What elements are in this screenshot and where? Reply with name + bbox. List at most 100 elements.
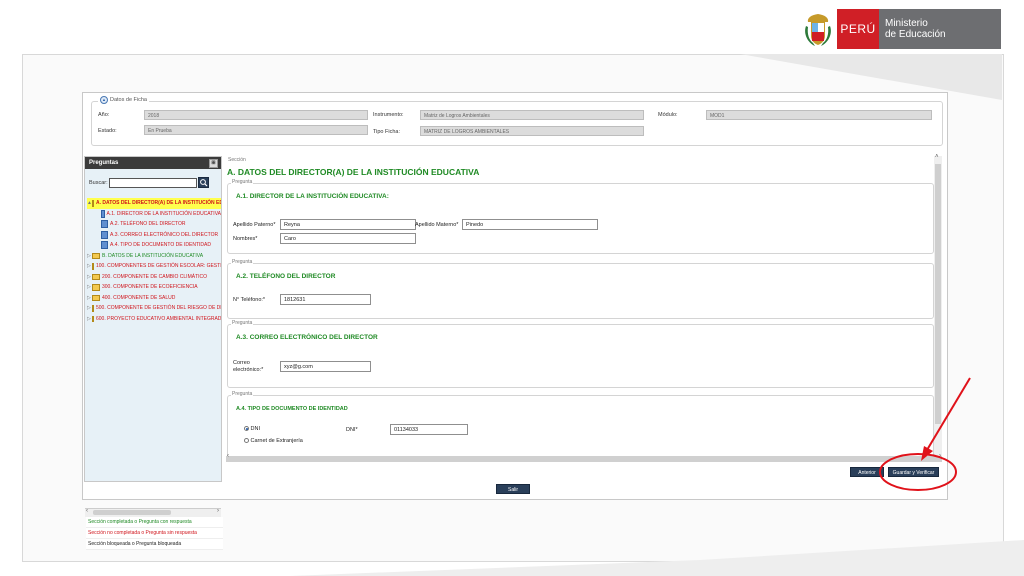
tipo-ficha-label: Tipo Ficha: (373, 129, 401, 135)
tree-item[interactable]: ▲ A. DATOS DEL DIRECTOR(A) DE LA INSTITUC… (87, 198, 221, 209)
tree-item[interactable]: ▷ B. DATOS DE LA INSTITUCIÓN EDUCATIVA (87, 251, 221, 262)
tree-item-label: 500. COMPONENTE DE GESTIÓN DEL RIESGO DE… (96, 305, 221, 311)
estado-field[interactable]: En Prueba (144, 125, 368, 135)
dni-input[interactable]: 01134033 (390, 424, 468, 435)
expand-toggle-icon[interactable]: ▲ (87, 198, 92, 209)
folder-icon (92, 294, 100, 301)
expand-toggle-icon[interactable]: ▷ (87, 303, 91, 314)
tree-item-label: A.3. CORREO ELECTRÓNICO DEL DIRECTOR (110, 231, 219, 238)
salir-button[interactable]: Salir (496, 484, 530, 494)
peru-coat-of-arms-icon (805, 14, 831, 46)
expand-toggle-icon[interactable]: ▷ (87, 251, 91, 262)
tree-item[interactable]: A.2. TELÉFONO DEL DIRECTOR (87, 219, 221, 230)
preguntas-panel: Preguntas ⊞ Buscar: ▲ A. DATOS DEL DIRECT… (84, 156, 223, 550)
folder-icon (92, 284, 100, 291)
section-title: A. DATOS DEL DIRECTOR(A) DE LA INSTITUCI… (227, 167, 480, 177)
pregunta-a4: Pregunta A.4. TIPO DE DOCUMENTO DE IDENT… (227, 391, 934, 457)
modulo-label: Módulo: (658, 112, 678, 118)
tipo-ficha-field[interactable]: MATRIZ DE LOGROS AMBIENTALES (420, 126, 644, 136)
radio-carnet-option[interactable]: Carnet de Extranjería (244, 438, 303, 444)
folder-icon (92, 273, 100, 280)
telefono-input[interactable]: 1812631 (280, 294, 371, 305)
radio-dni-label: DNI (250, 426, 261, 432)
tree-item[interactable]: ▷ 300. COMPONENTE DE ECOEFICIENCIA (87, 282, 221, 293)
expand-toggle-icon[interactable]: ▷ (87, 272, 91, 283)
nombres-input[interactable]: Caro (280, 233, 416, 244)
tree-item-label: 300. COMPONENTE DE ECOEFICIENCIA (102, 284, 198, 290)
modulo-field[interactable]: MOD1 (706, 110, 932, 120)
correo-label-line2: electrónico:* (233, 367, 264, 373)
tree-item-label: 400. COMPONENTE DE SALUD (102, 294, 176, 301)
tree-item-label: B. DATOS DE LA INSTITUCIÓN EDUCATIVA (102, 252, 204, 259)
tree-item[interactable]: ▷ 500. COMPONENTE DE GESTIÓN DEL RIESGO D… (87, 303, 221, 314)
status-legend-item: Sección completada o Pregunta con respue… (86, 517, 223, 528)
tree-item[interactable]: ▷ 200. COMPONENTE DE CAMBIO CLIMÁTICO (87, 272, 221, 283)
tree-item-label: 600. PROYECTO EDUCATIVO AMBIENTAL INTEGR… (96, 315, 221, 322)
seccion-vertical-scrollbar[interactable]: ˄ (934, 154, 942, 458)
preguntas-title: Preguntas (89, 160, 119, 166)
scroll-up-icon[interactable]: ˄ (935, 154, 939, 160)
scroll-left-icon[interactable]: ‹ (86, 508, 88, 514)
q4-title: A.4. TIPO DE DOCUMENTO DE IDENTIDAD (236, 406, 348, 412)
collapse-up-icon[interactable]: ▲ (100, 96, 108, 104)
guardar-verificar-button[interactable]: Guardar y Verificar (888, 467, 939, 477)
tree-item[interactable]: A.3. CORREO ELECTRÓNICO DEL DIRECTOR (87, 230, 221, 241)
seccion-horizontal-scrollbar[interactable]: ‹ › (226, 453, 942, 462)
expand-toggle-icon[interactable]: ▷ (87, 314, 91, 325)
pregunta-legend: Pregunta (231, 259, 254, 265)
apellido-paterno-label: Apellido Paterno* (233, 222, 276, 228)
apellido-materno-label: Apellido Materno* (415, 222, 459, 228)
scroll-thumb[interactable] (93, 510, 171, 515)
tree-item[interactable]: ▷ 400. COMPONENTE DE SALUD (87, 293, 221, 304)
document-icon (101, 241, 108, 250)
anterior-button[interactable]: Anterior (850, 467, 884, 477)
ficha-legend[interactable]: ▲ Datos de Ficha (98, 96, 149, 104)
panel-toggle-icon[interactable]: ⊞ (209, 159, 218, 168)
correo-input[interactable]: xyz@g.com (280, 361, 371, 372)
search-input[interactable] (108, 177, 197, 188)
tree-item[interactable]: A.1. DIRECTOR DE LA INSTITUCIÓN EDUCATIV… (87, 209, 221, 220)
nombres-label: Nombres* (233, 236, 258, 242)
seccion-legend: Sección (228, 157, 246, 163)
scroll-right-icon[interactable]: › (217, 508, 219, 514)
document-icon (101, 230, 108, 239)
tree-item-label: A.2. TELÉFONO DEL DIRECTOR (110, 221, 186, 227)
radio-carnet[interactable] (244, 438, 249, 444)
tree-item-label: 100. COMPONENTES DE GESTIÓN ESCOLAR: GES… (96, 263, 221, 269)
apellido-materno-input[interactable]: Pinedo (462, 219, 598, 230)
scroll-right-icon[interactable]: › (939, 453, 941, 459)
radio-dni[interactable] (244, 426, 249, 432)
expand-toggle-icon[interactable]: ▷ (87, 293, 91, 304)
pregunta-legend: Pregunta (231, 320, 254, 326)
instrumento-label: Instrumento: (373, 112, 404, 118)
peru-logo: PERÚ (837, 9, 879, 49)
document-icon (101, 220, 108, 229)
anio-field[interactable]: 2018 (144, 110, 368, 120)
pregunta-a2: Pregunta A.2. TELÉFONO DEL DIRECTOR N° T… (227, 259, 934, 319)
app-window: ▲ Datos de Ficha Año: 2018 Estado: En Pr… (82, 92, 948, 550)
search-row: Buscar: (89, 177, 209, 188)
expand-toggle-icon[interactable]: ▷ (87, 282, 91, 293)
scroll-left-icon[interactable]: ‹ (227, 453, 229, 459)
tree-item[interactable]: ▷ 100. COMPONENTES DE GESTIÓN ESCOLAR: GE… (87, 261, 221, 272)
seccion-panel: Sección A. DATOS DEL DIRECTOR(A) DE LA I… (226, 156, 940, 457)
pregunta-a1: Pregunta A.1. DIRECTOR DE LA INSTITUCIÓN… (227, 179, 934, 254)
tree-horizontal-scrollbar[interactable]: ‹ › (85, 508, 221, 517)
tree-item[interactable]: ▷ 600. PROYECTO EDUCATIVO AMBIENTAL INTEG… (87, 314, 221, 325)
instrumento-field[interactable]: Matriz de Logros Ambientales (420, 110, 644, 120)
status-legend-item: Sección no completada o Pregunta sin res… (86, 528, 223, 539)
search-button[interactable] (197, 177, 209, 188)
tree-item[interactable]: A.4. TIPO DE DOCUMENTO DE IDENTIDAD (87, 240, 221, 251)
expand-toggle-icon[interactable]: ▷ (87, 261, 91, 272)
scroll-thumb[interactable] (935, 164, 941, 424)
dni-label: DNI* (346, 427, 358, 433)
ministry-line-1: Ministerio (885, 18, 928, 29)
estado-label: Estado: (98, 128, 117, 134)
radio-dni-option[interactable]: DNI (244, 426, 260, 432)
apellido-paterno-input[interactable]: Reyna (280, 219, 416, 230)
correo-label-line1: Correo (233, 360, 250, 366)
pregunta-a3: Pregunta A.3. CORREO ELECTRÓNICO DEL DIR… (227, 320, 934, 388)
document-icon (101, 209, 105, 218)
folder-icon (92, 315, 94, 322)
preguntas-header: Preguntas ⊞ (85, 157, 221, 169)
